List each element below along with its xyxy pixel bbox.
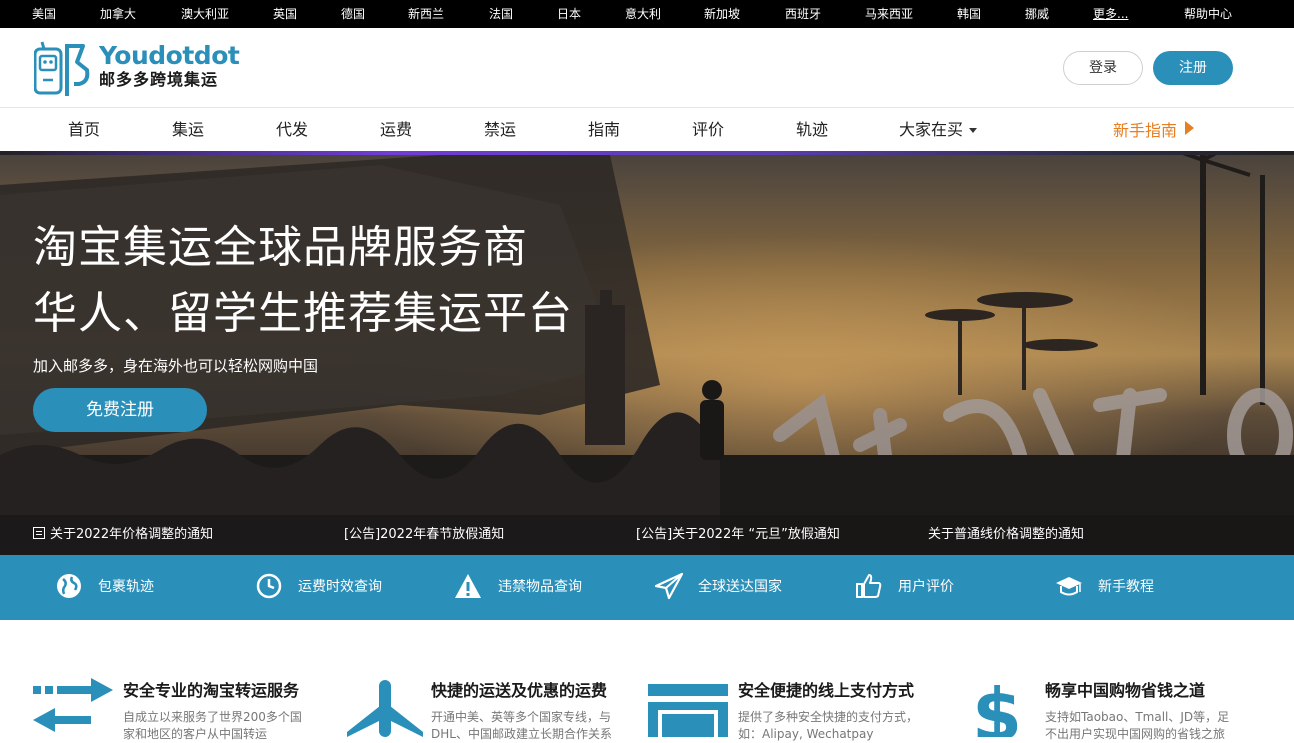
nav-item-home[interactable]: 首页 — [68, 121, 100, 139]
hero-banner: 淘宝集运全球品牌服务商 华人、留学生推荐集运平台 加入邮多多，身在海外也可以轻松… — [0, 155, 1294, 555]
country-link-korea[interactable]: 韩国 — [957, 7, 981, 21]
card-description: 开通中美、英等多个国家专线，与DHL、中国邮政建立长期合作关系 — [431, 710, 612, 741]
card-title: 安全便捷的线上支付方式 — [738, 681, 915, 700]
hero-title-line-1: 淘宝集运全球品牌服务商 — [33, 222, 528, 273]
nav-item-prohibited[interactable]: 禁运 — [484, 121, 516, 139]
brand-tagline: 邮多多跨境集运 — [99, 70, 219, 89]
register-button[interactable]: 注册 — [1153, 51, 1233, 85]
airplane-icon — [347, 680, 423, 737]
paper-plane-icon — [655, 572, 683, 600]
nav-item-consolidation[interactable]: 集运 — [172, 121, 204, 139]
feature-label: 全球送达国家 — [698, 579, 782, 595]
more-countries-link[interactable]: 更多... — [1093, 7, 1128, 21]
notice-item[interactable]: 关于2022年价格调整的通知 — [33, 526, 213, 544]
dollar-icon: $ — [972, 678, 1022, 737]
country-link-us[interactable]: 美国 — [32, 7, 56, 21]
country-link-malaysia[interactable]: 马来西亚 — [865, 7, 913, 21]
card-title: 畅享中国购物省钱之道 — [1045, 681, 1206, 700]
clock-icon — [256, 573, 282, 599]
hero-background-image — [0, 155, 1294, 555]
nav-item-tracking[interactable]: 轨迹 — [796, 121, 828, 139]
card-description: 支持如Taobao、Tmall、JD等，足不出用户实现中国网购的省钱之旅 — [1045, 710, 1230, 741]
country-link-canada[interactable]: 加拿大 — [100, 7, 136, 21]
country-bar: 美国 加拿大 澳大利亚 英国 德国 新西兰 法国 日本 意大利 新加坡 西班牙 … — [0, 0, 1294, 28]
country-link-germany[interactable]: 德国 — [341, 7, 365, 21]
notice-bar: 关于2022年价格调整的通知 [公告]2022年春节放假通知 [公告]关于202… — [0, 515, 1294, 555]
help-center-link[interactable]: 帮助中心 — [1184, 7, 1232, 21]
feature-label: 用户评价 — [898, 579, 954, 595]
country-link-italy[interactable]: 意大利 — [625, 7, 661, 21]
transfer-arrows-icon — [33, 678, 113, 732]
feature-label: 新手教程 — [1098, 579, 1154, 595]
card-title: 快捷的运送及优惠的运费 — [431, 681, 608, 700]
feature-bar: 包裹轨迹 运费时效查询 违禁物品查询 全球送达国家 用户评价 新手教程 — [0, 555, 1294, 620]
nav-dropdown-label: 大家在买 — [899, 120, 964, 139]
site-header: Youdotdot 邮多多跨境集运 登录 注册 — [0, 28, 1294, 108]
logo-phone-icon[interactable] — [34, 40, 92, 96]
hero-title-line-2: 华人、留学生推荐集运平台 — [33, 288, 573, 339]
main-nav: 首页 集运 代发 运费 禁运 指南 评价 轨迹 大家在买 新手指南 — [0, 108, 1294, 152]
graduation-cap-icon — [1056, 577, 1082, 596]
feature-label: 运费时效查询 — [298, 579, 382, 595]
free-register-button[interactable]: 免费注册 — [33, 388, 207, 432]
notice-item[interactable]: [公告]关于2022年 “元旦”放假通知 — [636, 526, 840, 544]
country-link-france[interactable]: 法国 — [489, 7, 513, 21]
hero-subtitle: 加入邮多多，身在海外也可以轻松网购中国 — [33, 357, 319, 375]
login-button[interactable]: 登录 — [1063, 51, 1143, 85]
country-link-australia[interactable]: 澳大利亚 — [181, 7, 229, 21]
country-link-uk[interactable]: 英国 — [273, 7, 297, 21]
feature-label: 违禁物品查询 — [498, 579, 582, 595]
globe-icon — [57, 574, 81, 598]
feature-label: 包裹轨迹 — [98, 579, 154, 595]
nav-beginner-guide[interactable]: 新手指南 — [1113, 121, 1195, 140]
play-triangle-icon — [1185, 121, 1195, 135]
nav-beginner-guide-label: 新手指南 — [1113, 121, 1178, 140]
country-link-spain[interactable]: 西班牙 — [785, 7, 821, 21]
credit-card-icon — [648, 684, 728, 737]
country-link-new-zealand[interactable]: 新西兰 — [408, 7, 444, 21]
svg-text:$: $ — [972, 678, 1022, 737]
brand-name[interactable]: Youdotdot — [99, 42, 240, 70]
thumbs-up-icon — [856, 574, 882, 598]
card-description: 自成立以来服务了世界200多个国家和地区的客户从中国转运 — [123, 710, 302, 741]
notice-text: 关于2022年价格调整的通知 — [50, 527, 214, 542]
document-icon — [33, 527, 45, 539]
notice-item[interactable]: 关于普通线价格调整的通知 — [928, 526, 1084, 544]
card-title: 安全专业的淘宝转运服务 — [123, 681, 300, 700]
nav-dropdown-popular[interactable]: 大家在买 — [899, 120, 978, 139]
nav-item-dropship[interactable]: 代发 — [276, 121, 308, 139]
nav-item-shipping-fee[interactable]: 运费 — [380, 121, 412, 139]
nav-item-guide[interactable]: 指南 — [588, 121, 620, 139]
notice-item[interactable]: [公告]2022年春节放假通知 — [344, 526, 504, 544]
country-link-singapore[interactable]: 新加坡 — [704, 7, 740, 21]
caret-down-icon — [969, 128, 978, 133]
country-link-japan[interactable]: 日本 — [557, 7, 581, 21]
nav-item-reviews[interactable]: 评价 — [692, 121, 724, 139]
warning-icon — [455, 574, 481, 598]
country-link-norway[interactable]: 挪威 — [1025, 7, 1049, 21]
card-description: 提供了多种安全快捷的支付方式，如：Alipay, Wechatpay — [738, 710, 919, 741]
